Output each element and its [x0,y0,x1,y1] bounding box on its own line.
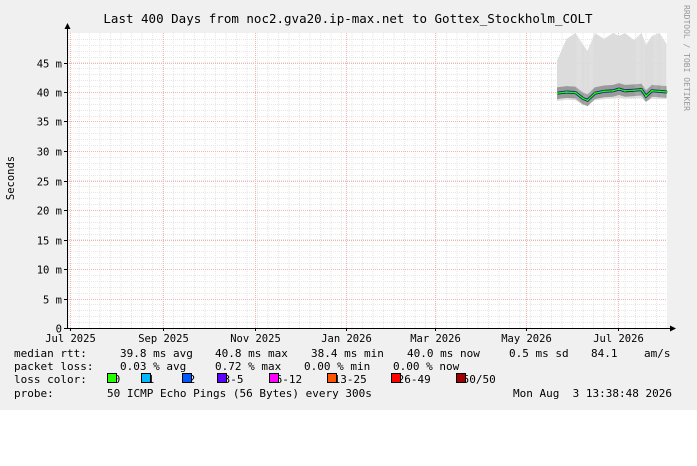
y-tick-label: 5 m [43,295,62,307]
loss-color-item: 13-25 [327,373,367,386]
median-rtt-point [633,89,635,92]
loss-color-label: loss color: [14,373,87,387]
rtt-ams: 84.1 am/s [591,347,671,360]
y-tick-label: 15 m [37,236,62,248]
rtt-max: 40.8 ms max [215,347,288,360]
median-rtt-point [651,89,653,92]
x-tick-label: Jan 2026 [321,333,372,345]
rtt-label: median rtt: [14,347,87,360]
loss-color-item: 0 [107,373,120,386]
rtt-avg: 39.8 ms avg [120,347,193,360]
y-tick-label: 25 m [37,177,62,189]
loss-color-swatch [107,373,117,384]
smokeping-graph: 0 5 m 10 m 15 m 20 m 25 m 30 m 35 m 40 m 45 m Jul … [0,0,697,410]
loss-color-swatch [141,373,151,384]
x-tick-label: May 2026 [501,333,552,345]
rtt-now: 40.0 ms now [407,347,480,360]
median-rtt-point [658,90,661,93]
loss-avg: 0.03 % avg [120,360,187,374]
y-axis-label: Seconds [5,156,17,200]
legend-loss-row: packet loss: 0.03 % avg 0.72 % max 0.00 … [14,360,694,373]
loss-color-item: 6-12 [269,373,302,386]
rtt-chart: 05 m10 m15 m20 m25 m30 m35 m40 m45 mJul … [5,5,691,345]
y-tick-label: 30 m [37,147,62,159]
chart-title: Last 400 Days from noc2.gva20.ip-max.net… [103,11,593,26]
median-rtt-point [612,89,614,92]
y-tick-label: 10 m [37,265,62,277]
median-rtt-point [666,91,668,93]
loss-color-swatch [217,373,227,384]
y-tick-label: 20 m [37,206,62,218]
rrdtool-credit: RRDTOOL / TOBI OETIKER [682,5,691,111]
loss-color-swatch [182,373,192,384]
x-tick-label: Nov 2025 [230,333,281,345]
loss-color-item: 3-5 [217,373,244,386]
x-tick-label: Sep 2025 [138,333,189,345]
x-axis-arrow [670,325,676,332]
loss-label: packet loss: [14,360,94,374]
probe-text: 50 ICMP Echo Pings (56 Bytes) every 300s [107,386,372,400]
median-rtt-point [586,99,589,102]
median-rtt-point [574,91,577,94]
y-axis-arrow [64,23,71,29]
loss-min: 0.00 % min [304,360,371,374]
median-rtt-point [565,91,568,93]
median-rtt-point [582,97,584,100]
median-rtt-point [645,95,647,98]
rtt-sd: 0.5 ms sd [509,347,569,360]
median-rtt-point [556,92,559,95]
legend: median rtt: 39.8 ms avg 40.8 ms max 38.4… [14,347,694,400]
loss-color-swatch [269,373,279,384]
probe-label: probe: [14,386,54,400]
loss-color-swatch [456,373,466,384]
loss-now: 0.00 % now [393,360,460,374]
median-rtt-point [618,88,620,90]
rtt-min: 38.4 ms min [311,347,384,360]
y-tick-label: 45 m [37,59,62,71]
median-rtt-point [624,89,626,92]
loss-color-item: 2 [182,373,195,386]
y-tick-label: 40 m [37,88,62,100]
median-rtt-point [594,92,596,95]
y-tick-label: 35 m [37,117,62,129]
legend-rtt-row: median rtt: 39.8 ms avg 40.8 ms max 38.4… [14,347,694,360]
loss-color-item: 50/50 [456,373,496,386]
x-tick-label: Jul 2026 [593,333,644,345]
timestamp: Mon Aug 3 13:38:48 2026 [513,386,672,400]
median-rtt-point [603,90,605,93]
legend-loss-color-row: loss color: 0 1 2 3-5 6-12 13-25 26-49 5… [14,373,694,386]
loss-color-item: 26-49 [391,373,431,386]
legend-probe-row: probe: 50 ICMP Echo Pings (56 Bytes) eve… [14,387,694,400]
loss-color-item: 1 [141,373,154,386]
loss-color-swatch [327,373,337,384]
x-tick-label: Jul 2025 [45,333,96,345]
median-rtt-point [640,88,643,91]
loss-color-swatch [391,373,401,384]
loss-max: 0.72 % max [215,360,282,374]
x-tick-label: Mar 2026 [410,333,461,345]
